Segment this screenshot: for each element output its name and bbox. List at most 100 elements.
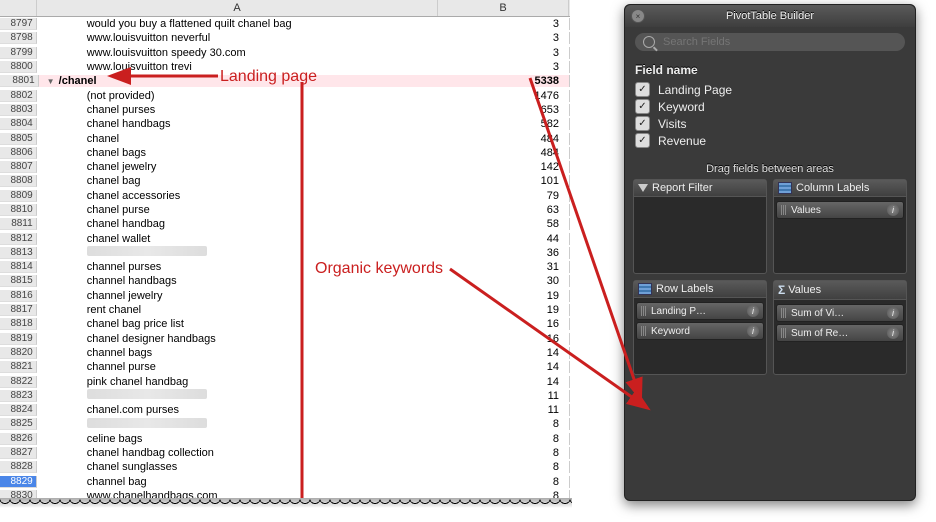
table-row[interactable]: 8814channel purses31 [0, 260, 570, 274]
table-row[interactable]: 8810chanel purse63 [0, 203, 570, 217]
checkbox-icon[interactable]: ✓ [635, 82, 650, 97]
cell-keyword[interactable]: chanel handbag [37, 218, 450, 230]
cell-value[interactable]: 8 [450, 461, 570, 473]
info-icon[interactable]: i [747, 325, 759, 337]
row-number[interactable]: 8826 [0, 433, 37, 445]
table-row[interactable]: 8816channel jewelry19 [0, 289, 570, 303]
cell-keyword[interactable]: www.louisvuitton neverful [37, 32, 450, 44]
cell-value[interactable]: 36 [450, 247, 570, 259]
table-row[interactable]: 8808chanel bag101 [0, 174, 570, 188]
table-row[interactable]: 8802(not provided)1476 [0, 88, 570, 102]
table-row[interactable]: 8819chanel designer handbags16 [0, 332, 570, 346]
row-number[interactable]: 8822 [0, 376, 37, 388]
cell-keyword[interactable]: channel bag [37, 476, 450, 488]
cell-keyword[interactable]: rent chanel [37, 304, 450, 316]
cell-value[interactable]: 101 [450, 175, 570, 187]
row-number[interactable]: 8816 [0, 290, 37, 302]
row-number[interactable]: 8811 [0, 218, 37, 230]
cell-keyword[interactable]: channel purse [37, 361, 450, 373]
row-number[interactable]: 8815 [0, 275, 37, 287]
area-pill[interactable]: Sum of Re…i [776, 324, 904, 342]
table-row[interactable]: 8797would you buy a flattened quilt chan… [0, 17, 570, 31]
area-pill[interactable]: Sum of Vi…i [776, 304, 904, 322]
checkbox-icon[interactable]: ✓ [635, 116, 650, 131]
area-values[interactable]: Σ Values Sum of Vi…iSum of Re…i [773, 280, 907, 375]
cell-value[interactable]: 11 [450, 404, 570, 416]
panel-header[interactable]: × PivotTable Builder [625, 5, 915, 27]
cell-keyword[interactable]: chanel.com purses [37, 404, 450, 416]
cell-value[interactable]: 63 [450, 204, 570, 216]
row-number[interactable]: 8827 [0, 447, 37, 459]
cell-value[interactable]: 16 [450, 333, 570, 345]
row-number[interactable]: 8812 [0, 233, 37, 245]
cell-keyword[interactable]: chanel handbag collection [37, 447, 450, 459]
cell-value[interactable]: 44 [450, 233, 570, 245]
cell-keyword[interactable]: chanel handbags [37, 118, 450, 130]
cell-value[interactable]: 30 [450, 275, 570, 287]
checkbox-icon[interactable]: ✓ [635, 133, 650, 148]
cell-keyword[interactable]: channel bags [37, 347, 450, 359]
cell-value[interactable]: 3 [450, 32, 570, 44]
cell-value[interactable]: 3 [450, 61, 570, 73]
area-row-labels[interactable]: Row Labels Landing P…iKeywordi [633, 280, 767, 375]
cell-value[interactable]: 8 [450, 418, 570, 430]
cell-value[interactable]: 3 [450, 18, 570, 30]
table-row[interactable]: 8806chanel bags484 [0, 146, 570, 160]
field-item[interactable]: ✓Landing Page [635, 81, 905, 98]
row-number[interactable]: 8806 [0, 147, 37, 159]
row-number[interactable]: 8805 [0, 133, 37, 145]
cell-keyword[interactable]: chanel accessories [37, 190, 450, 202]
row-number[interactable]: 8820 [0, 347, 37, 359]
cell-value[interactable]: 484 [450, 133, 570, 145]
field-item[interactable]: ✓Keyword [635, 98, 905, 115]
cell-value[interactable]: 31 [450, 261, 570, 273]
search-input[interactable] [661, 35, 807, 49]
row-number[interactable]: 8814 [0, 261, 37, 273]
cell-keyword[interactable]: chanel designer handbags [37, 333, 450, 345]
cell-value[interactable]: 8 [450, 433, 570, 445]
row-number[interactable]: 8810 [0, 204, 37, 216]
cell-keyword[interactable]: chanel [37, 133, 450, 145]
cell-value[interactable]: 79 [450, 190, 570, 202]
table-row[interactable]: 8821channel purse14 [0, 360, 570, 374]
row-number[interactable]: 8821 [0, 361, 37, 373]
row-number[interactable]: 8823 [0, 390, 37, 402]
row-number[interactable]: 8828 [0, 461, 37, 473]
table-row[interactable]: 8829channel bag8 [0, 475, 570, 489]
area-pill[interactable]: Landing P…i [636, 302, 764, 320]
cell-keyword[interactable] [37, 389, 450, 402]
table-row[interactable]: 8812chanel wallet44 [0, 231, 570, 245]
col-header-a[interactable]: A [37, 0, 438, 16]
table-row[interactable]: 8818chanel bag price list16 [0, 317, 570, 331]
cell-keyword[interactable]: celine bags [37, 433, 450, 445]
field-item[interactable]: ✓Revenue [635, 132, 905, 149]
row-number[interactable]: 8807 [0, 161, 37, 173]
row-number[interactable]: 8802 [0, 90, 37, 102]
cell-keyword[interactable]: chanel purses [37, 104, 450, 116]
table-row[interactable]: 8822pink chanel handbag14 [0, 374, 570, 388]
cell-keyword[interactable]: would you buy a flattened quilt chanel b… [37, 18, 450, 30]
row-number[interactable]: 8799 [0, 47, 37, 59]
table-row[interactable]: 881336 [0, 246, 570, 260]
row-number[interactable]: 8809 [0, 190, 37, 202]
area-report-filter[interactable]: Report Filter [633, 179, 767, 274]
table-row[interactable]: 8820channel bags14 [0, 346, 570, 360]
checkbox-icon[interactable]: ✓ [635, 99, 650, 114]
cell-keyword[interactable]: channel jewelry [37, 290, 450, 302]
info-icon[interactable]: i [747, 305, 759, 317]
cell-value[interactable]: 14 [450, 347, 570, 359]
search-box[interactable] [635, 33, 905, 51]
cell-value[interactable]: 19 [450, 304, 570, 316]
table-row[interactable]: 8807chanel jewelry142 [0, 160, 570, 174]
cell-keyword[interactable]: chanel purse [37, 204, 450, 216]
table-row[interactable]: 8826celine bags8 [0, 432, 570, 446]
row-number[interactable]: 8798 [0, 32, 37, 44]
cell-value[interactable]: 5338 [444, 75, 570, 87]
table-row[interactable]: 8809chanel accessories79 [0, 189, 570, 203]
cell-keyword[interactable]: (not provided) [37, 90, 450, 102]
info-icon[interactable]: i [887, 307, 899, 319]
cell-keyword[interactable]: www.louisvuitton speedy 30.com [37, 47, 450, 59]
table-row[interactable]: 8799www.louisvuitton speedy 30.com3 [0, 46, 570, 60]
table-row[interactable]: 8817rent chanel19 [0, 303, 570, 317]
area-pill[interactable]: Keywordi [636, 322, 764, 340]
